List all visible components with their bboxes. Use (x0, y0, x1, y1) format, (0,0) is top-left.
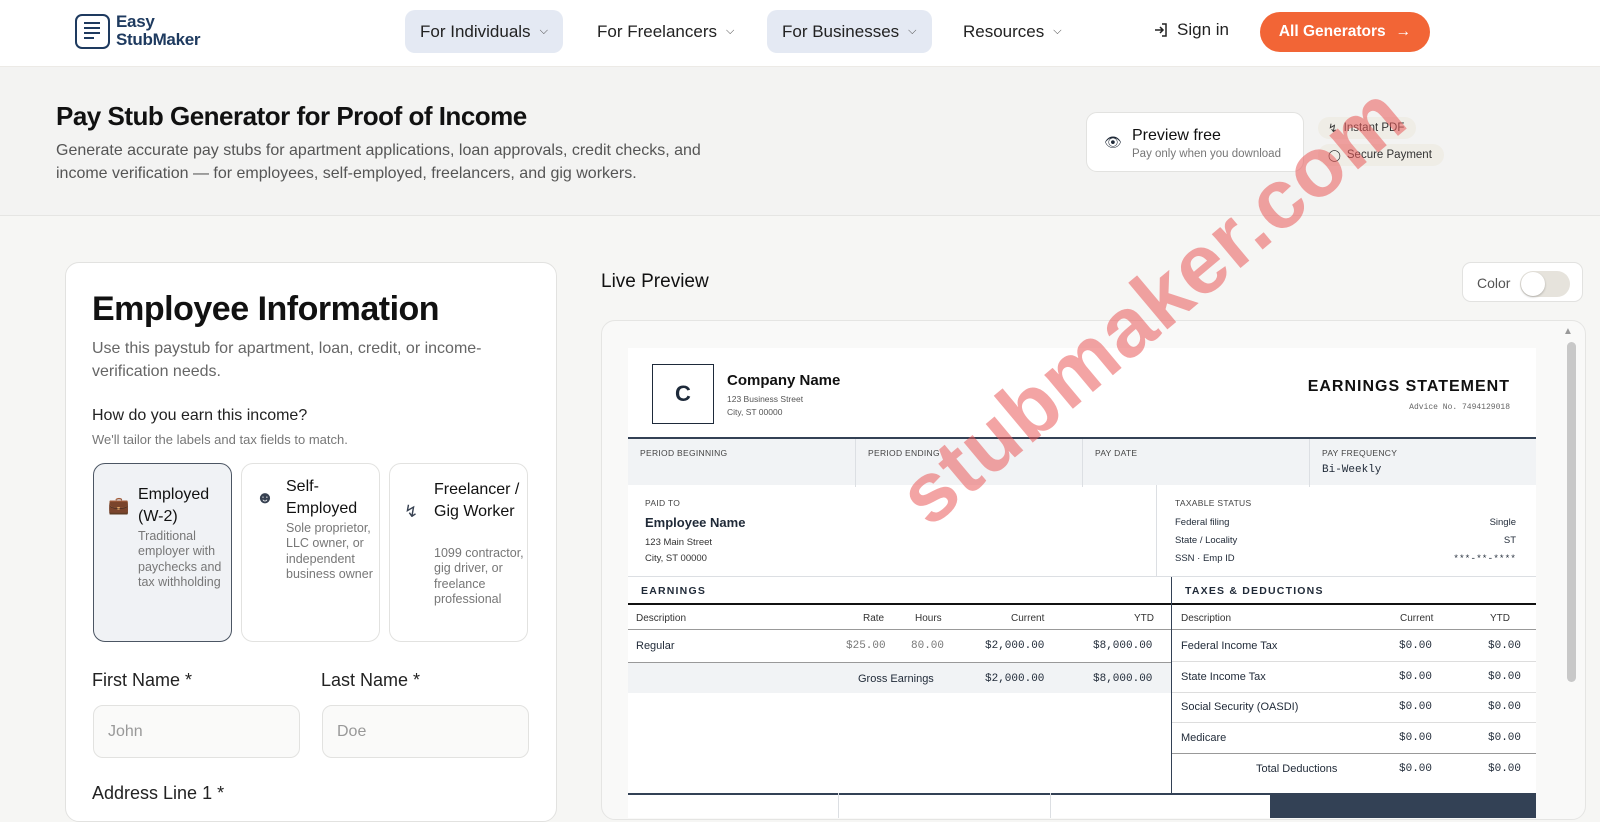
sign-in-link[interactable]: Sign in (1153, 20, 1229, 40)
first-name-input[interactable]: John (93, 705, 300, 758)
sign-in-icon (1155, 23, 1167, 37)
pay-frequency-value: Bi-Weekly (1322, 464, 1382, 476)
employee-name: Employee Name (645, 515, 746, 530)
paid-to-section: PAID TO Employee Name 123 Main Street Ci… (628, 485, 1157, 577)
pay-frequency-label: PAY FREQUENCY (1322, 448, 1398, 458)
period-beginning-label: PERIOD BEGINNING (640, 448, 728, 458)
net-pay-cell (1270, 795, 1536, 818)
scroll-up-icon[interactable]: ▲ (1563, 326, 1573, 337)
deductions-section: TAXES & DEDUCTIONS Description Current Y… (1172, 577, 1536, 818)
pay-date-label: PAY DATE (1095, 448, 1138, 458)
all-generators-button[interactable]: All Generators → (1260, 12, 1430, 52)
advice-number: Advice No. 7494129018 (1409, 403, 1510, 412)
company-logo: C (652, 364, 714, 424)
briefcase-icon: 💼 (108, 496, 130, 515)
income-question-hint: We'll tailor the labels and tax fields t… (92, 432, 348, 447)
stub-heading: EARNINGS STATEMENT (1307, 378, 1510, 395)
gross-earnings-row: Gross Earnings $2,000.00 $8,000.00 (628, 662, 1171, 693)
last-name-label: Last Name * (321, 670, 421, 690)
earnings-column-headers: Description Rate Hours Current YTD (636, 613, 1154, 624)
company-name: Company Name (727, 372, 841, 389)
chevron-down-icon: ⌵ (539, 25, 548, 37)
last-name-input[interactable]: Doe (322, 705, 529, 758)
first-name-label: First Name * (92, 670, 193, 690)
logo-text[interactable]: Easy StubMaker (116, 13, 201, 49)
totals-bar (628, 793, 1536, 818)
page-title: Pay Stub Generator for Proof of Income (56, 101, 527, 131)
color-toggle[interactable]: Color (1462, 262, 1583, 302)
live-preview-label: Live Preview (601, 271, 709, 292)
option-freelancer-gig[interactable]: ↯ Freelancer / Gig Worker 1099 contracto… (389, 463, 528, 642)
income-question: How do you earn this income? (92, 407, 308, 424)
page-subtitle: Generate accurate pay stubs for apartmen… (56, 142, 701, 182)
chevron-down-icon: ⌵ (725, 25, 735, 37)
nav-for-freelancers[interactable]: For Freelancers ⌵ (582, 10, 749, 53)
employee-address: 123 Main Street City, ST 00000 (645, 537, 713, 564)
option-employed-w2[interactable]: 💼 Employed (W-2) Traditional employer wi… (93, 463, 232, 642)
chevron-down-icon: ⌵ (908, 25, 917, 37)
eye-icon: 👁 (1104, 134, 1122, 150)
logo-icon[interactable] (75, 14, 110, 49)
arrow-right-icon: → (1395, 23, 1412, 40)
address-line1-label: Address Line 1 * (92, 783, 225, 803)
chevron-down-icon: ⌵ (1053, 25, 1062, 37)
form-description: Use this paystub for apartment, loan, cr… (92, 340, 482, 380)
preview-scrollbar[interactable] (1567, 342, 1576, 682)
nav-for-businesses[interactable]: For Businesses ⌵ (767, 10, 932, 53)
form-title: Employee Information (92, 290, 440, 328)
option-self-employed[interactable]: ☻ Self-Employed Sole proprietor, LLC own… (241, 463, 380, 642)
lightning-icon: ↯ (404, 502, 419, 521)
person-icon: ☻ (256, 488, 274, 507)
taxable-status-section: TAXABLE STATUS Federal filing Single Stat… (1157, 485, 1536, 577)
nav-resources[interactable]: Resources ⌵ (948, 10, 1077, 53)
pay-period-row: PERIOD BEGINNING PERIOD ENDING PAY DATE … (628, 437, 1536, 487)
top-nav: Easy StubMaker For Individuals ⌵ For Free… (0, 0, 1600, 67)
color-toggle-switch[interactable] (1520, 271, 1570, 297)
nav-for-individuals[interactable]: For Individuals ⌵ (405, 10, 563, 53)
earnings-section: EARNINGS Description Rate Hours Current … (628, 577, 1172, 818)
company-address: 123 Business Street City, ST 00000 (727, 394, 804, 417)
